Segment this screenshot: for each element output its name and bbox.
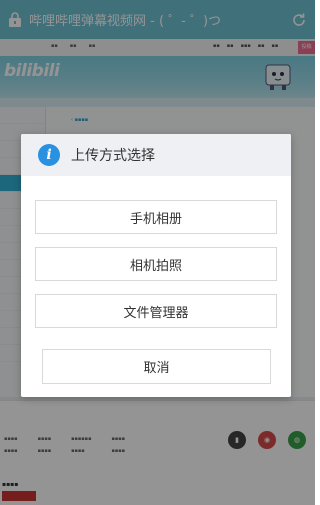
file-manager-button[interactable]: 文件管理器: [35, 294, 277, 328]
dialog-header: i 上传方式选择: [21, 134, 291, 176]
cancel-button[interactable]: 取消: [42, 349, 271, 384]
photo-album-button[interactable]: 手机相册: [35, 200, 277, 234]
dialog-title: 上传方式选择: [71, 148, 155, 164]
page: 哔哩哔哩弹幕视频网 - ( ゜- ゜)つ ▪▪ ▪▪ ▪▪ ▪▪ ▪▪ ▪▪▪ …: [0, 0, 315, 505]
upload-method-dialog: i 上传方式选择 手机相册 相机拍照 文件管理器 取消: [21, 134, 291, 397]
camera-button[interactable]: 相机拍照: [35, 247, 277, 281]
info-icon: i: [38, 144, 60, 166]
